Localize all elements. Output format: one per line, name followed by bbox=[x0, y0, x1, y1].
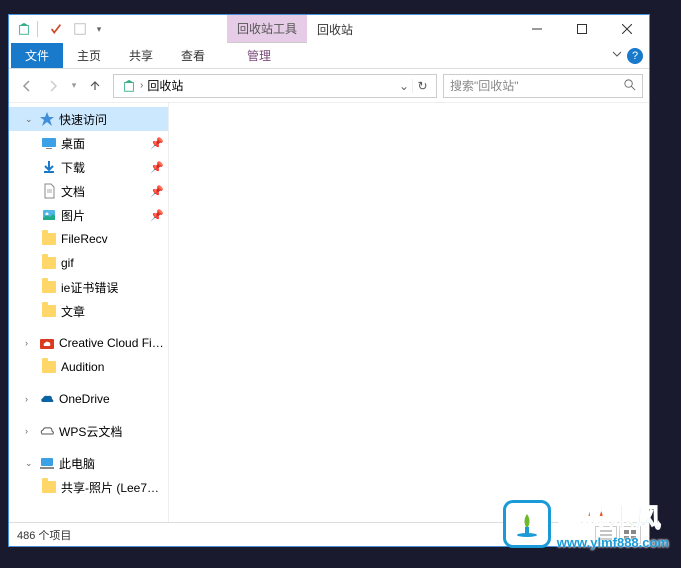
expand-icon[interactable]: › bbox=[25, 394, 35, 404]
folder-icon bbox=[41, 255, 57, 271]
folder-icon bbox=[41, 231, 57, 247]
search-input[interactable]: 搜索"回收站" bbox=[443, 74, 643, 98]
ribbon-tabs: 文件 主页 共享 查看 管理 ? bbox=[9, 43, 649, 69]
help-icon[interactable]: ? bbox=[627, 48, 643, 64]
item-count: 486 个项目 bbox=[17, 527, 71, 543]
recent-dropdown-icon[interactable]: ▾ bbox=[67, 74, 81, 98]
desktop-icon bbox=[41, 135, 57, 151]
sidebar-item-pictures[interactable]: 图片 📌 bbox=[9, 203, 168, 227]
breadcrumb-location[interactable]: 回收站 bbox=[143, 77, 187, 94]
sidebar-item-desktop[interactable]: 桌面 📌 bbox=[9, 131, 168, 155]
folder-icon bbox=[41, 359, 57, 375]
explorer-window: ▾ 回收站工具 回收站 文件 主页 共享 查看 管理 ? ▾ bbox=[8, 14, 650, 547]
pin-icon: 📌 bbox=[150, 185, 164, 198]
pin-icon: 📌 bbox=[150, 137, 164, 150]
watermark-title: 雨林木风 bbox=[557, 498, 669, 535]
recycle-bin-icon[interactable] bbox=[13, 18, 35, 40]
creative-cloud-icon bbox=[39, 335, 55, 351]
back-button[interactable] bbox=[15, 74, 39, 98]
window-title: 回收站 bbox=[307, 15, 514, 43]
collapse-icon[interactable]: ⌄ bbox=[25, 114, 35, 125]
navigation-pane[interactable]: ⌄ 快速访问 桌面 📌 下载 📌 文档 📌 bbox=[9, 103, 169, 522]
sidebar-item-creative-cloud[interactable]: › Creative Cloud Files bbox=[9, 331, 168, 355]
qat-sep bbox=[37, 21, 43, 37]
watermark-url: www.ylmf888.com bbox=[557, 535, 669, 550]
refresh-icon[interactable]: ↻ bbox=[412, 79, 432, 93]
sidebar-item-wps[interactable]: › WPS云文档 bbox=[9, 419, 168, 443]
tab-file[interactable]: 文件 bbox=[11, 43, 63, 68]
sidebar-item-documents[interactable]: 文档 📌 bbox=[9, 179, 168, 203]
tab-share[interactable]: 共享 bbox=[115, 43, 167, 68]
pictures-icon bbox=[41, 207, 57, 223]
folder-icon bbox=[41, 479, 57, 495]
minimize-button[interactable] bbox=[514, 15, 559, 43]
address-bar[interactable]: › 回收站 ⌄ ↻ bbox=[113, 74, 437, 98]
sidebar-item-ie-cert[interactable]: ie证书错误 bbox=[9, 275, 168, 299]
watermark-logo-icon bbox=[503, 500, 551, 548]
onedrive-icon bbox=[39, 391, 55, 407]
star-icon bbox=[39, 111, 55, 127]
close-button[interactable] bbox=[604, 15, 649, 43]
sidebar-item-filerecv[interactable]: FileRecv bbox=[9, 227, 168, 251]
watermark: 雨林木风 www.ylmf888.com bbox=[503, 498, 669, 550]
folder-icon bbox=[41, 279, 57, 295]
quick-access-toolbar: ▾ bbox=[9, 15, 109, 43]
content-pane[interactable] bbox=[169, 103, 649, 522]
qat-blank-icon[interactable] bbox=[69, 18, 91, 40]
download-icon bbox=[41, 159, 57, 175]
sidebar-item-articles[interactable]: 文章 bbox=[9, 299, 168, 323]
tab-view[interactable]: 查看 bbox=[167, 43, 219, 68]
properties-icon[interactable] bbox=[45, 18, 67, 40]
folder-icon bbox=[41, 303, 57, 319]
ribbon-expand-icon[interactable] bbox=[611, 47, 623, 65]
address-row: ▾ › 回收站 ⌄ ↻ 搜索"回收站" bbox=[9, 69, 649, 103]
maximize-button[interactable] bbox=[559, 15, 604, 43]
sidebar-item-shared-photos[interactable]: 共享-照片 (Lee77...) bbox=[9, 475, 168, 499]
wps-cloud-icon bbox=[39, 423, 55, 439]
sidebar-item-this-pc[interactable]: ⌄ 此电脑 bbox=[9, 451, 168, 475]
sidebar-item-onedrive[interactable]: › OneDrive bbox=[9, 387, 168, 411]
ribbon-context-tab-label: 回收站工具 bbox=[227, 15, 307, 43]
sidebar-item-audition[interactable]: Audition bbox=[9, 355, 168, 379]
sidebar-item-downloads[interactable]: 下载 📌 bbox=[9, 155, 168, 179]
sidebar-item-quick-access[interactable]: ⌄ 快速访问 bbox=[9, 107, 168, 131]
qat-dropdown-icon[interactable]: ▾ bbox=[93, 18, 105, 40]
expand-icon[interactable]: › bbox=[25, 338, 35, 348]
tab-manage[interactable]: 管理 bbox=[219, 43, 299, 68]
tab-home[interactable]: 主页 bbox=[63, 43, 115, 68]
expand-icon[interactable]: › bbox=[25, 426, 35, 436]
collapse-icon[interactable]: ⌄ bbox=[25, 458, 35, 469]
search-icon[interactable] bbox=[623, 78, 636, 94]
search-placeholder: 搜索"回收站" bbox=[450, 77, 519, 94]
address-dropdown-icon[interactable]: ⌄ bbox=[396, 79, 412, 93]
this-pc-icon bbox=[39, 455, 55, 471]
body-area: ⌄ 快速访问 桌面 📌 下载 📌 文档 📌 bbox=[9, 103, 649, 522]
forward-button[interactable] bbox=[41, 74, 65, 98]
document-icon bbox=[41, 183, 57, 199]
pin-icon: 📌 bbox=[150, 161, 164, 174]
breadcrumb-root-icon[interactable] bbox=[118, 79, 140, 93]
sidebar-item-gif[interactable]: gif bbox=[9, 251, 168, 275]
up-button[interactable] bbox=[83, 74, 107, 98]
titlebar: ▾ 回收站工具 回收站 bbox=[9, 15, 649, 43]
pin-icon: 📌 bbox=[150, 209, 164, 222]
window-controls bbox=[514, 15, 649, 43]
